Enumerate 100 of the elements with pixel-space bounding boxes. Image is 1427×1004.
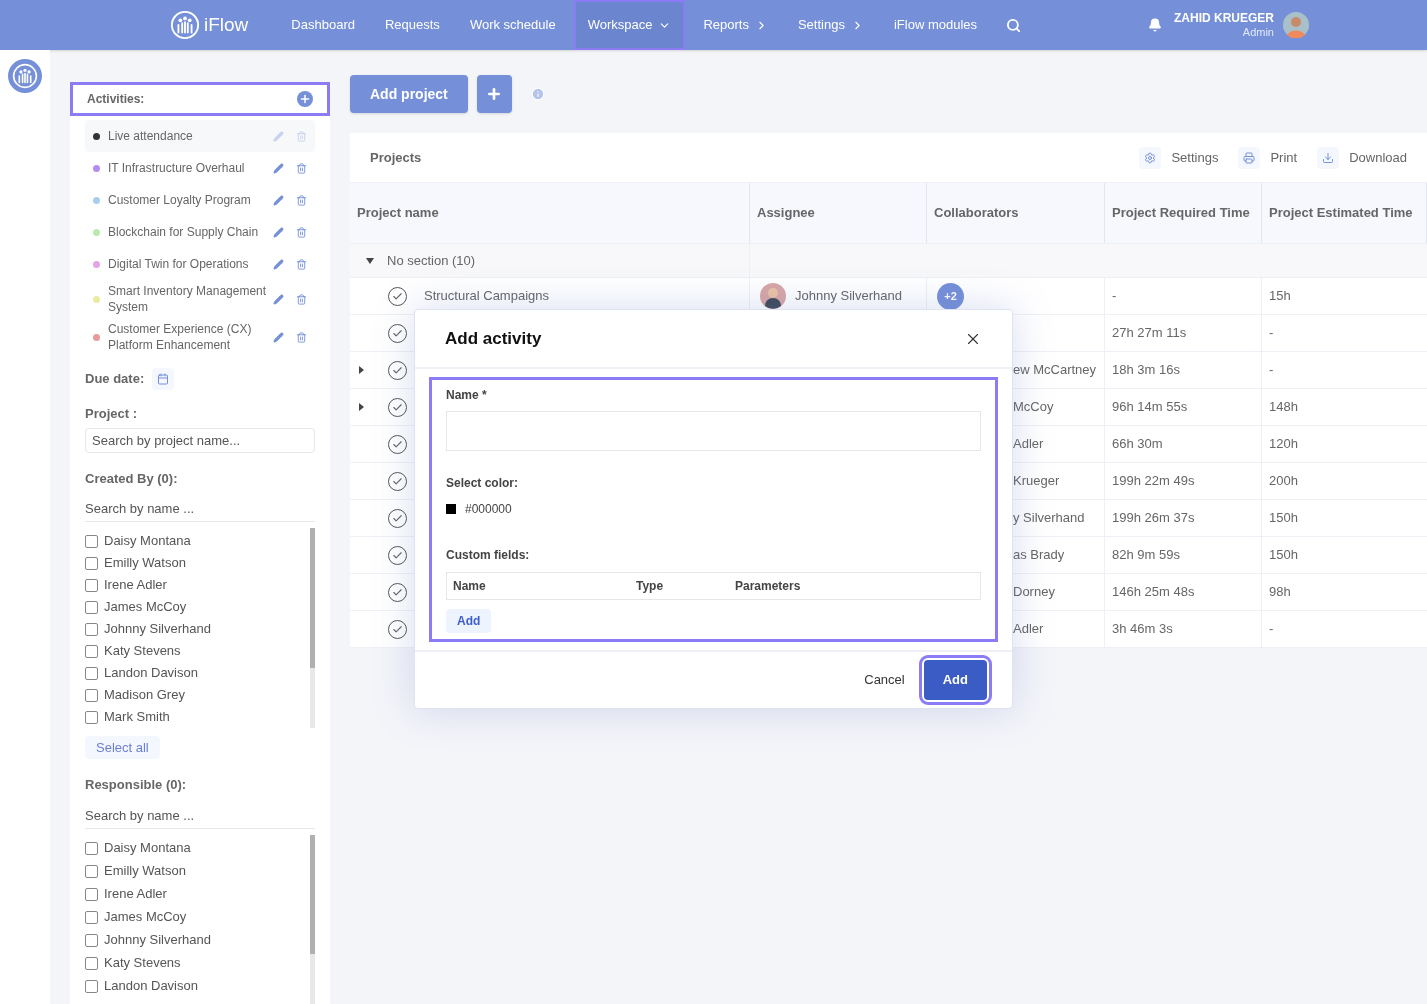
trash-icon[interactable] (296, 226, 307, 238)
add-field-button[interactable]: Add (446, 609, 492, 633)
expand-triangle-icon[interactable] (358, 366, 364, 374)
collaborator-name: Krueger (1013, 472, 1060, 491)
trash-icon[interactable] (296, 258, 307, 270)
user-checkbox[interactable]: Mark Smith (85, 706, 310, 728)
pencil-icon[interactable] (273, 293, 284, 305)
checkbox[interactable] (85, 534, 98, 548)
activity-item[interactable]: Digital Twin for Operations (85, 248, 315, 280)
column-header[interactable]: Project name (350, 183, 750, 243)
checkbox[interactable] (85, 979, 98, 993)
activity-item[interactable]: IT Infrastructure Overhaul (85, 152, 315, 184)
checkbox[interactable] (85, 910, 98, 924)
user-checkbox[interactable]: Daisy Montana (85, 836, 310, 860)
dialog-title: Add activity (445, 327, 542, 350)
user-checkbox[interactable]: James McCoy (85, 905, 310, 929)
pencil-icon[interactable] (273, 194, 284, 206)
add-button[interactable] (476, 75, 512, 113)
activity-item[interactable]: Blockchain for Supply Chain (85, 216, 315, 248)
cancel-button[interactable]: Cancel (864, 670, 905, 690)
nav-link[interactable]: Work schedule (457, 0, 568, 50)
project-search-field[interactable]: Search by project name... (85, 427, 315, 453)
pencil-icon[interactable] (273, 258, 284, 270)
column-header[interactable]: Project Required Time (1105, 183, 1262, 243)
nav-link[interactable]: Dashboard (279, 0, 367, 50)
name-input-field[interactable] (446, 411, 981, 451)
user-checkbox[interactable]: Landon Davison (85, 974, 310, 998)
activity-item[interactable]: Customer Experience (CX) Platform Enhancement (85, 318, 315, 356)
add-project-button[interactable]: Add project (350, 75, 468, 113)
project-name[interactable]: Structural Campaigns (424, 286, 549, 306)
pencil-icon[interactable] (273, 331, 284, 343)
user-checkbox[interactable]: Emilly Watson (85, 552, 310, 574)
table-cell: 27h 27m 11s (1105, 315, 1262, 351)
user-checkbox[interactable]: Daisy Montana (85, 530, 310, 552)
checkbox[interactable] (85, 841, 98, 855)
column-header[interactable]: Project Estimated Time (1262, 183, 1427, 243)
trash-icon[interactable] (296, 331, 307, 343)
search-field[interactable]: Search by name ... (85, 802, 315, 829)
user-checkbox[interactable]: Madison Grey (85, 684, 310, 706)
toolbar-action[interactable]: Settings (1139, 146, 1219, 169)
calendar-button[interactable] (152, 368, 175, 390)
column-header[interactable]: Assignee (750, 183, 927, 243)
nav-link[interactable]: Reports (691, 0, 780, 50)
field-label: Select color: (446, 475, 520, 492)
column-header: Parameters (735, 578, 801, 595)
trash-icon[interactable] (296, 162, 307, 174)
activity-item[interactable]: Customer Loyalty Program (85, 184, 315, 216)
user-checkbox[interactable]: Irene Adler (85, 574, 310, 596)
scrollbar[interactable] (310, 528, 315, 728)
user-checkbox[interactable]: Johnny Silverhand (85, 618, 310, 640)
user-checkbox[interactable]: Katy Stevens (85, 640, 310, 662)
table-row[interactable]: Structural Campaigns Johnny Silverhand +2 - 15h (350, 278, 1427, 315)
pencil-icon[interactable] (273, 162, 284, 174)
checkbox[interactable] (85, 578, 98, 592)
trash-icon[interactable] (296, 293, 307, 305)
checkbox[interactable] (85, 710, 98, 724)
assignee-name: Johnny Silverhand (795, 287, 902, 306)
checkbox[interactable] (85, 933, 98, 947)
user-checkbox[interactable]: James McCoy (85, 596, 310, 618)
logo-text[interactable]: iFlow (204, 10, 249, 40)
trash-icon[interactable] (296, 194, 307, 206)
checkbox[interactable] (85, 887, 98, 901)
pencil-icon[interactable] (273, 226, 284, 238)
nav-link[interactable]: iFlow modules (881, 0, 990, 50)
checkbox[interactable] (85, 666, 98, 680)
user-checkbox[interactable]: Emilly Watson (85, 859, 310, 883)
bell-icon[interactable] (1148, 18, 1162, 32)
nav-link[interactable]: Workspace (573, 0, 686, 50)
app-logo-button[interactable] (8, 59, 42, 93)
nav-link[interactable]: Settings (785, 0, 876, 50)
table-cell: 199h 22m 49s (1105, 463, 1262, 499)
collaborator-name: McCoy (1013, 398, 1054, 417)
user-checkbox[interactable]: Irene Adler (85, 882, 310, 906)
activity-label: Digital Twin for Operations (108, 256, 250, 272)
checkbox[interactable] (85, 688, 98, 702)
toolbar-action[interactable]: Print (1238, 146, 1298, 169)
check-icon (392, 364, 403, 376)
checkbox[interactable] (85, 956, 98, 970)
user-checkbox[interactable]: Landon Davison (85, 662, 310, 684)
search-field[interactable]: Search by name ... (85, 496, 315, 522)
select-all-button[interactable]: Select all (85, 736, 160, 759)
color-swatch[interactable] (446, 504, 456, 514)
check-icon (392, 290, 403, 302)
expand-triangle-icon[interactable] (358, 403, 364, 411)
checkbox[interactable] (85, 556, 98, 570)
activities-header[interactable]: Activities: (70, 82, 330, 116)
checkbox[interactable] (85, 864, 98, 878)
column-header[interactable]: Collaborators (927, 183, 1105, 243)
user-checkbox[interactable]: Katy Stevens (85, 951, 310, 975)
panel-title: Projects (370, 148, 423, 167)
activity-item[interactable]: Smart Inventory Management System (85, 280, 315, 318)
checkbox[interactable] (85, 644, 98, 658)
nav-link[interactable]: Requests (372, 0, 452, 50)
checkbox[interactable] (85, 622, 98, 636)
user-checkbox[interactable]: Johnny Silverhand (85, 928, 310, 952)
scrollbar[interactable] (310, 834, 315, 1004)
checkbox[interactable] (85, 600, 98, 614)
search-icon[interactable] (1006, 17, 1022, 33)
activity-label: Customer Loyalty Program (108, 192, 252, 208)
toolbar-action[interactable]: Download (1317, 146, 1407, 169)
